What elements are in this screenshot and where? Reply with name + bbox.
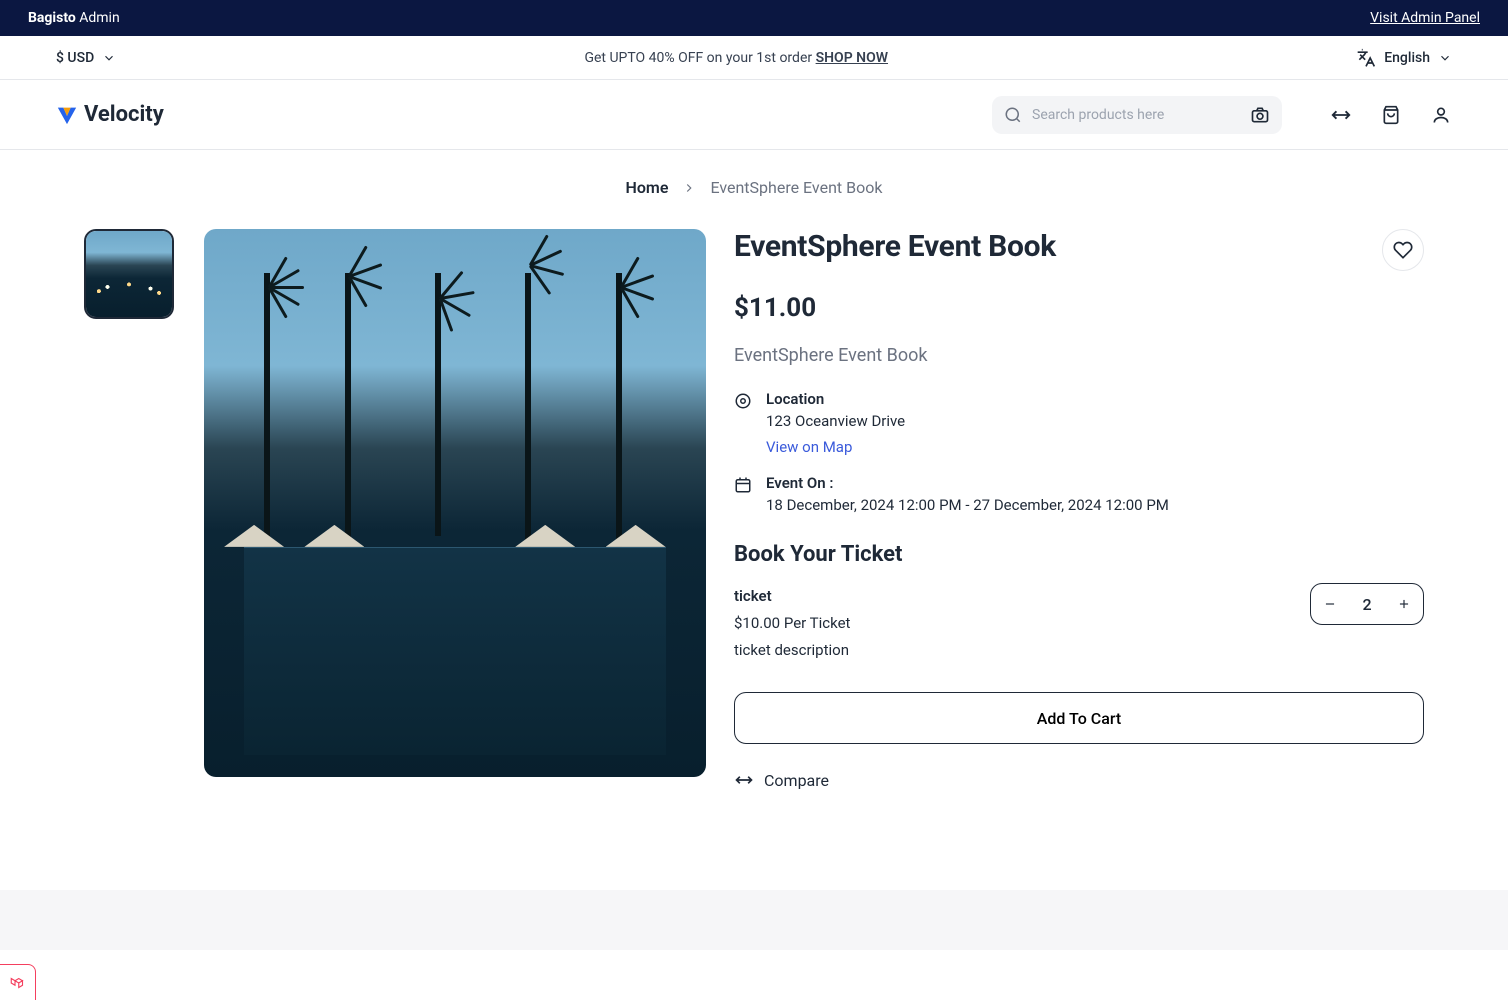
admin-bar: Bagisto Admin Visit Admin Panel bbox=[0, 0, 1508, 36]
heart-icon bbox=[1393, 240, 1413, 260]
visit-admin-link[interactable]: Visit Admin Panel bbox=[1370, 10, 1480, 26]
cart-icon[interactable] bbox=[1380, 104, 1402, 126]
search-input[interactable] bbox=[1032, 107, 1240, 123]
laravel-icon bbox=[9, 974, 27, 992]
logo-mark-icon bbox=[56, 104, 78, 126]
quantity-decrease-button[interactable] bbox=[1311, 584, 1349, 624]
plus-icon bbox=[1397, 597, 1411, 611]
compare-arrows-icon bbox=[734, 770, 754, 790]
product-info: EventSphere Event Book $11.00 EventSpher… bbox=[734, 229, 1424, 790]
compare-icon[interactable] bbox=[1330, 104, 1352, 126]
product-main-image[interactable] bbox=[204, 229, 706, 777]
promo-text: Get UPTO 40% OFF on your 1st order SHOP … bbox=[116, 50, 1356, 66]
user-icon[interactable] bbox=[1430, 104, 1452, 126]
breadcrumb-home[interactable]: Home bbox=[626, 178, 669, 197]
thumbnail[interactable] bbox=[84, 229, 174, 319]
chevron-down-icon bbox=[1438, 51, 1452, 65]
laravel-debug-badge[interactable] bbox=[0, 964, 36, 1000]
quantity-stepper: 2 bbox=[1310, 583, 1424, 625]
chevron-down-icon bbox=[102, 51, 116, 65]
wishlist-button[interactable] bbox=[1382, 229, 1424, 271]
currency-switcher[interactable]: $ USD bbox=[56, 50, 116, 66]
location-icon bbox=[734, 392, 752, 410]
promo-bar: $ USD Get UPTO 40% OFF on your 1st order… bbox=[0, 36, 1508, 80]
event-date-value: 18 December, 2024 12:00 PM - 27 December… bbox=[766, 496, 1169, 514]
ticket-price: $10.00 Per Ticket bbox=[734, 610, 850, 637]
currency-label: $ USD bbox=[56, 50, 94, 66]
logo[interactable]: Velocity bbox=[56, 102, 164, 127]
language-label: English bbox=[1384, 50, 1430, 66]
view-on-map-link[interactable]: View on Map bbox=[766, 438, 852, 456]
event-date-label: Event On : bbox=[766, 474, 1169, 492]
language-switcher[interactable]: English bbox=[1356, 48, 1452, 68]
ticket-description: ticket description bbox=[734, 637, 850, 664]
product-section: EventSphere Event Book $11.00 EventSpher… bbox=[0, 229, 1508, 850]
footer-spacer bbox=[0, 890, 1508, 950]
quantity-increase-button[interactable] bbox=[1385, 584, 1423, 624]
shop-now-link[interactable]: SHOP NOW bbox=[816, 50, 888, 66]
product-subtitle: EventSphere Event Book bbox=[734, 345, 1424, 366]
header-actions bbox=[1330, 104, 1452, 126]
logo-text: Velocity bbox=[84, 102, 164, 127]
promo-prefix: Get UPTO 40% OFF on your 1st order bbox=[584, 50, 815, 66]
search-bar[interactable] bbox=[992, 96, 1282, 134]
ticket-name: ticket bbox=[734, 583, 850, 610]
site-header: Velocity bbox=[0, 80, 1508, 150]
thumbnail-list bbox=[84, 229, 176, 790]
camera-icon[interactable] bbox=[1250, 105, 1270, 125]
breadcrumb-current: EventSphere Event Book bbox=[710, 178, 882, 197]
product-title: EventSphere Event Book bbox=[734, 229, 1056, 264]
calendar-icon bbox=[734, 476, 752, 494]
admin-brand-rest: Admin bbox=[76, 10, 120, 26]
minus-icon bbox=[1323, 597, 1337, 611]
book-ticket-heading: Book Your Ticket bbox=[734, 542, 1424, 567]
compare-button[interactable]: Compare bbox=[734, 770, 1424, 790]
location-label: Location bbox=[766, 390, 905, 408]
compare-label: Compare bbox=[764, 771, 829, 790]
product-price: $11.00 bbox=[734, 293, 1424, 323]
admin-brand: Bagisto Admin bbox=[28, 10, 120, 26]
breadcrumb: Home EventSphere Event Book bbox=[0, 178, 1508, 197]
admin-brand-bold: Bagisto bbox=[28, 10, 76, 26]
search-icon bbox=[1004, 106, 1022, 124]
chevron-right-icon bbox=[682, 181, 696, 195]
translate-icon bbox=[1356, 48, 1376, 68]
quantity-value: 2 bbox=[1349, 595, 1385, 614]
location-value: 123 Oceanview Drive bbox=[766, 412, 905, 430]
add-to-cart-button[interactable]: Add To Cart bbox=[734, 692, 1424, 744]
